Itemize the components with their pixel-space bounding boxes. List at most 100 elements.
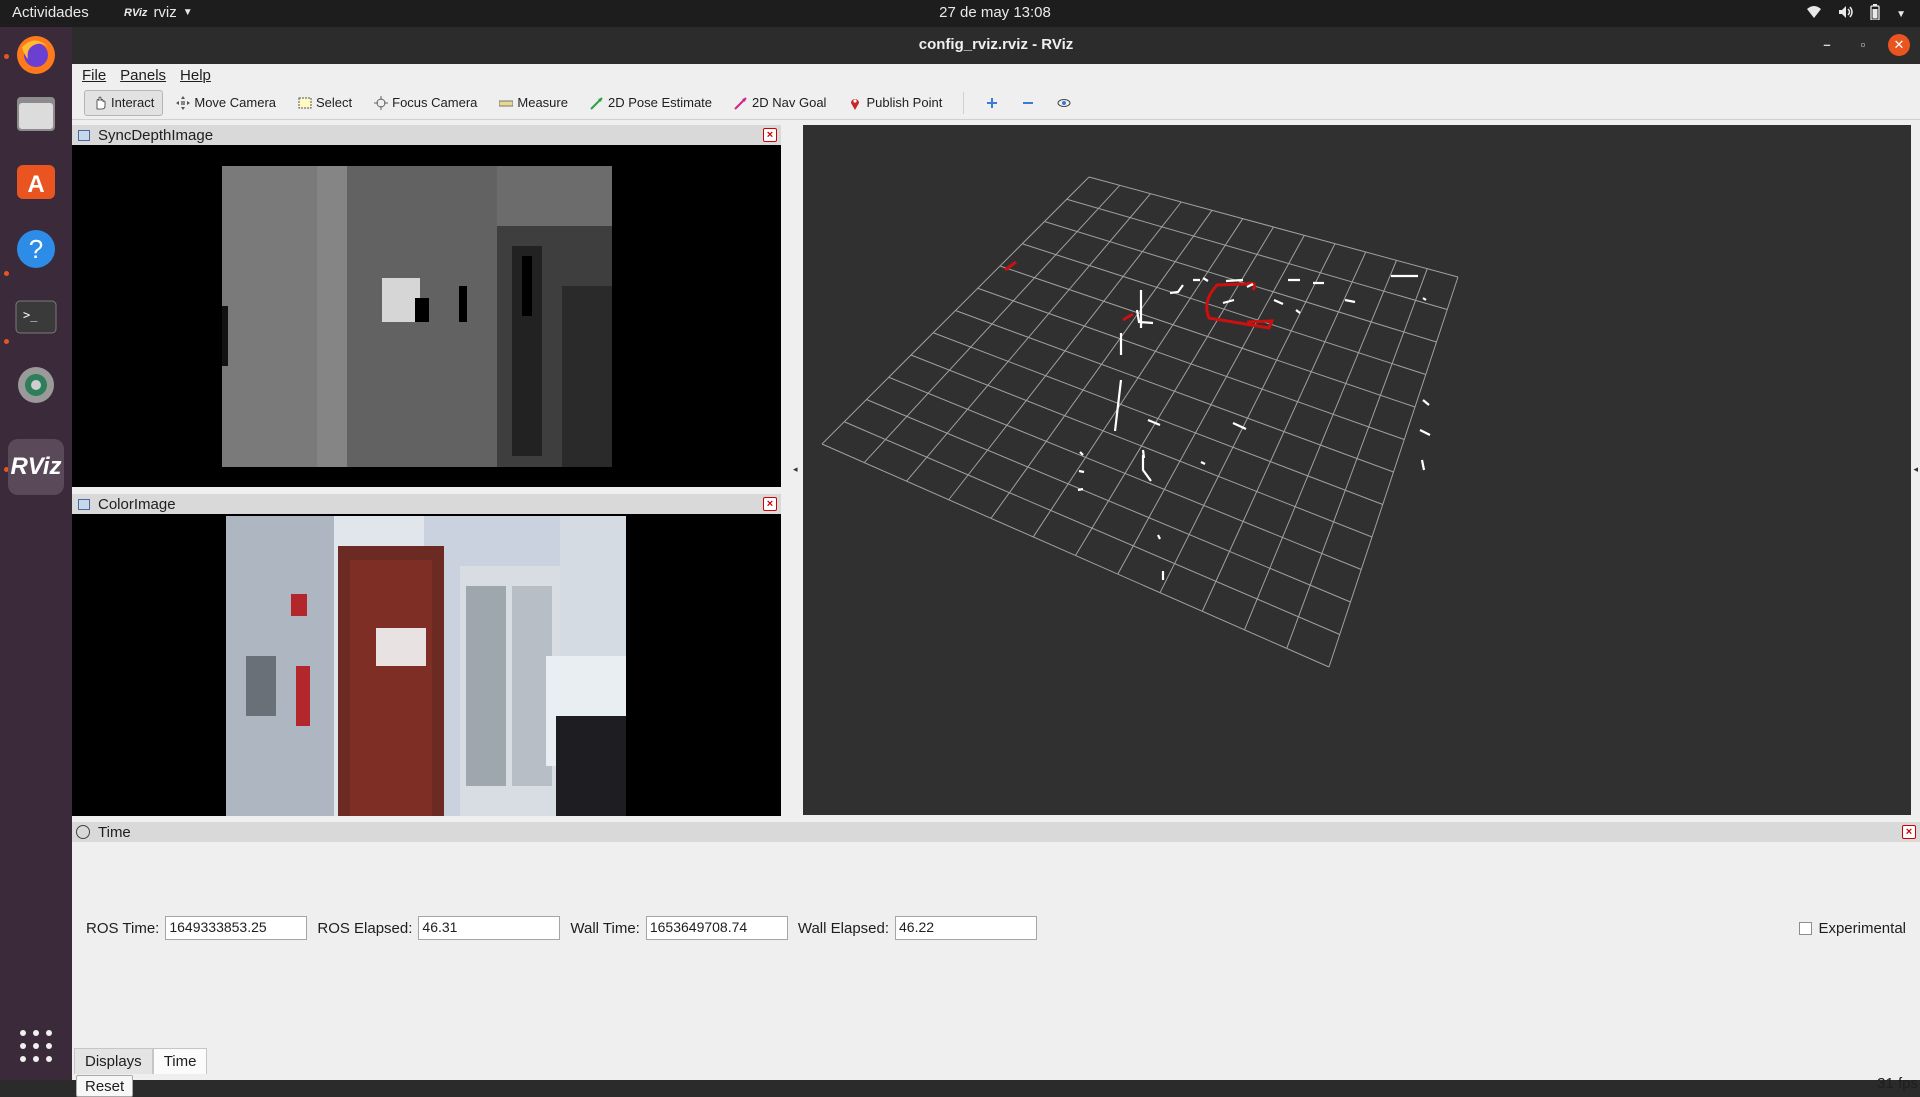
move-camera-icon bbox=[176, 95, 191, 110]
svg-text:>_: >_ bbox=[23, 308, 38, 322]
wall-time-field[interactable]: 1653649708.74 bbox=[645, 916, 788, 940]
time-panel: Time × ROS Time: 1649333853.25 ROS Elaps… bbox=[72, 822, 1920, 1048]
grid-line bbox=[844, 421, 1340, 635]
tool-2d-pose-estimate[interactable]: 2D Pose Estimate bbox=[581, 90, 721, 116]
image-panel-icon bbox=[78, 129, 90, 141]
ros-elapsed-label: ROS Elapsed: bbox=[317, 919, 413, 937]
ruler-icon bbox=[498, 96, 514, 110]
grid-line bbox=[821, 443, 1330, 668]
pose-estimate-icon bbox=[590, 96, 604, 110]
menu-file[interactable]: File bbox=[82, 67, 106, 84]
depth-image-panel: SyncDepthImage × bbox=[72, 125, 781, 487]
software-center-icon[interactable]: A bbox=[8, 153, 64, 209]
tool-label: Select bbox=[316, 95, 353, 110]
add-tool-button[interactable] bbox=[976, 90, 1008, 116]
grid-line bbox=[1328, 276, 1459, 668]
panel-title: ColorImage bbox=[98, 495, 176, 513]
hand-icon bbox=[93, 96, 107, 110]
splitter-handle[interactable] bbox=[782, 490, 790, 500]
clock[interactable]: 27 de may 13:08 bbox=[0, 4, 1920, 21]
panel-header[interactable]: ColorImage × bbox=[72, 494, 781, 514]
svg-text:A: A bbox=[27, 171, 44, 198]
panel-close-button[interactable]: × bbox=[1902, 825, 1916, 839]
grid-line bbox=[910, 354, 1373, 538]
show-applications-icon[interactable] bbox=[20, 1030, 52, 1062]
rviz-dock-label: RViz bbox=[10, 453, 62, 480]
image-panel-icon bbox=[78, 498, 90, 510]
wifi-icon bbox=[1806, 5, 1822, 23]
tool-2d-nav-goal[interactable]: 2D Nav Goal bbox=[725, 90, 835, 116]
tab-time[interactable]: Time bbox=[152, 1048, 208, 1074]
view-options-icon bbox=[1057, 96, 1071, 110]
files-icon[interactable] bbox=[8, 85, 64, 141]
view-options-button[interactable] bbox=[1048, 90, 1080, 116]
tools-toolbar: Interact Move Camera Select Focus Camera… bbox=[72, 86, 1920, 120]
dock: A ? >_ RViz bbox=[0, 27, 72, 1080]
tool-measure[interactable]: Measure bbox=[490, 90, 577, 116]
help-icon[interactable]: ? bbox=[8, 221, 64, 277]
splitter-handle[interactable]: ◂ bbox=[793, 464, 798, 475]
grid-line bbox=[1201, 251, 1367, 612]
panel-header[interactable]: Time × bbox=[72, 822, 1920, 842]
panel-close-button[interactable]: × bbox=[763, 497, 777, 511]
window-titlebar[interactable]: config_rviz.rviz - RViz – ▫ ✕ bbox=[72, 27, 1920, 64]
ros-elapsed-field[interactable]: 46.31 bbox=[418, 916, 561, 940]
tab-displays[interactable]: Displays bbox=[74, 1048, 153, 1074]
focus-camera-icon bbox=[374, 95, 389, 110]
grid-line bbox=[1117, 235, 1305, 575]
reset-button[interactable]: Reset bbox=[76, 1075, 134, 1097]
panel-tabs: Displays Time Reset 31 fps bbox=[72, 1048, 1920, 1097]
panel-header[interactable]: SyncDepthImage × bbox=[72, 125, 781, 145]
rviz-window: config_rviz.rviz - RViz – ▫ ✕ File Panel… bbox=[72, 27, 1920, 1097]
running-indicator bbox=[4, 271, 9, 276]
remove-tool-icon bbox=[1021, 96, 1035, 110]
menu-help[interactable]: Help bbox=[180, 67, 211, 84]
experimental-toggle[interactable]: Experimental bbox=[1799, 920, 1906, 937]
rviz-icon[interactable]: RViz bbox=[8, 439, 64, 495]
chevron-down-icon: ▼ bbox=[1896, 8, 1906, 20]
menu-bar: File Panels Help bbox=[72, 64, 1920, 86]
tool-interact[interactable]: Interact bbox=[84, 89, 164, 116]
panel-title: Time bbox=[98, 823, 131, 841]
minimize-button[interactable]: – bbox=[1816, 34, 1838, 56]
grid-plane bbox=[821, 176, 1459, 668]
experimental-label: Experimental bbox=[1818, 920, 1906, 937]
splitter-handle[interactable]: ◂ bbox=[1913, 464, 1918, 475]
tool-label: Move Camera bbox=[194, 95, 276, 110]
wall-elapsed-field[interactable]: 46.22 bbox=[895, 916, 1038, 940]
window-title: config_rviz.rviz - RViz bbox=[918, 36, 1074, 53]
tool-move-camera[interactable]: Move Camera bbox=[167, 90, 285, 116]
firefox-icon[interactable] bbox=[8, 27, 64, 83]
wall-time-label: Wall Time: bbox=[570, 919, 640, 937]
remove-tool-button[interactable] bbox=[1012, 90, 1044, 116]
system-top-bar: Actividades RViz rviz ▼ 27 de may 13:08 … bbox=[0, 0, 1920, 27]
menu-panels[interactable]: Panels bbox=[120, 67, 166, 84]
close-button[interactable]: ✕ bbox=[1888, 34, 1910, 56]
terminal-icon[interactable]: >_ bbox=[8, 289, 64, 345]
settings-icon[interactable] bbox=[8, 357, 64, 413]
toolbar-separator bbox=[963, 91, 965, 114]
fps-counter: 31 fps bbox=[1877, 1075, 1918, 1092]
select-icon bbox=[298, 96, 312, 110]
tool-publish-point[interactable]: Publish Point bbox=[839, 90, 951, 116]
experimental-checkbox[interactable] bbox=[1799, 922, 1813, 935]
tool-select[interactable]: Select bbox=[289, 90, 361, 116]
battery-icon bbox=[1870, 4, 1880, 24]
volume-icon bbox=[1838, 5, 1854, 23]
system-tray[interactable]: ▼ bbox=[1806, 4, 1906, 24]
tool-label: Focus Camera bbox=[392, 95, 478, 110]
color-image bbox=[226, 516, 626, 816]
wall-elapsed-label: Wall Elapsed: bbox=[797, 919, 890, 937]
ros-time-field[interactable]: 1649333853.25 bbox=[165, 916, 308, 940]
maximize-button[interactable]: ▫ bbox=[1852, 34, 1874, 56]
depth-image bbox=[222, 166, 612, 467]
tool-focus-camera[interactable]: Focus Camera bbox=[365, 90, 486, 116]
nav-goal-icon bbox=[734, 96, 748, 110]
3d-view[interactable] bbox=[803, 125, 1911, 815]
svg-text:?: ? bbox=[29, 234, 43, 264]
ros-time-label: ROS Time: bbox=[86, 919, 160, 937]
panel-close-button[interactable]: × bbox=[763, 128, 777, 142]
panel-title: SyncDepthImage bbox=[98, 126, 214, 144]
tool-label: 2D Pose Estimate bbox=[607, 95, 713, 110]
grid-line bbox=[1286, 268, 1428, 649]
